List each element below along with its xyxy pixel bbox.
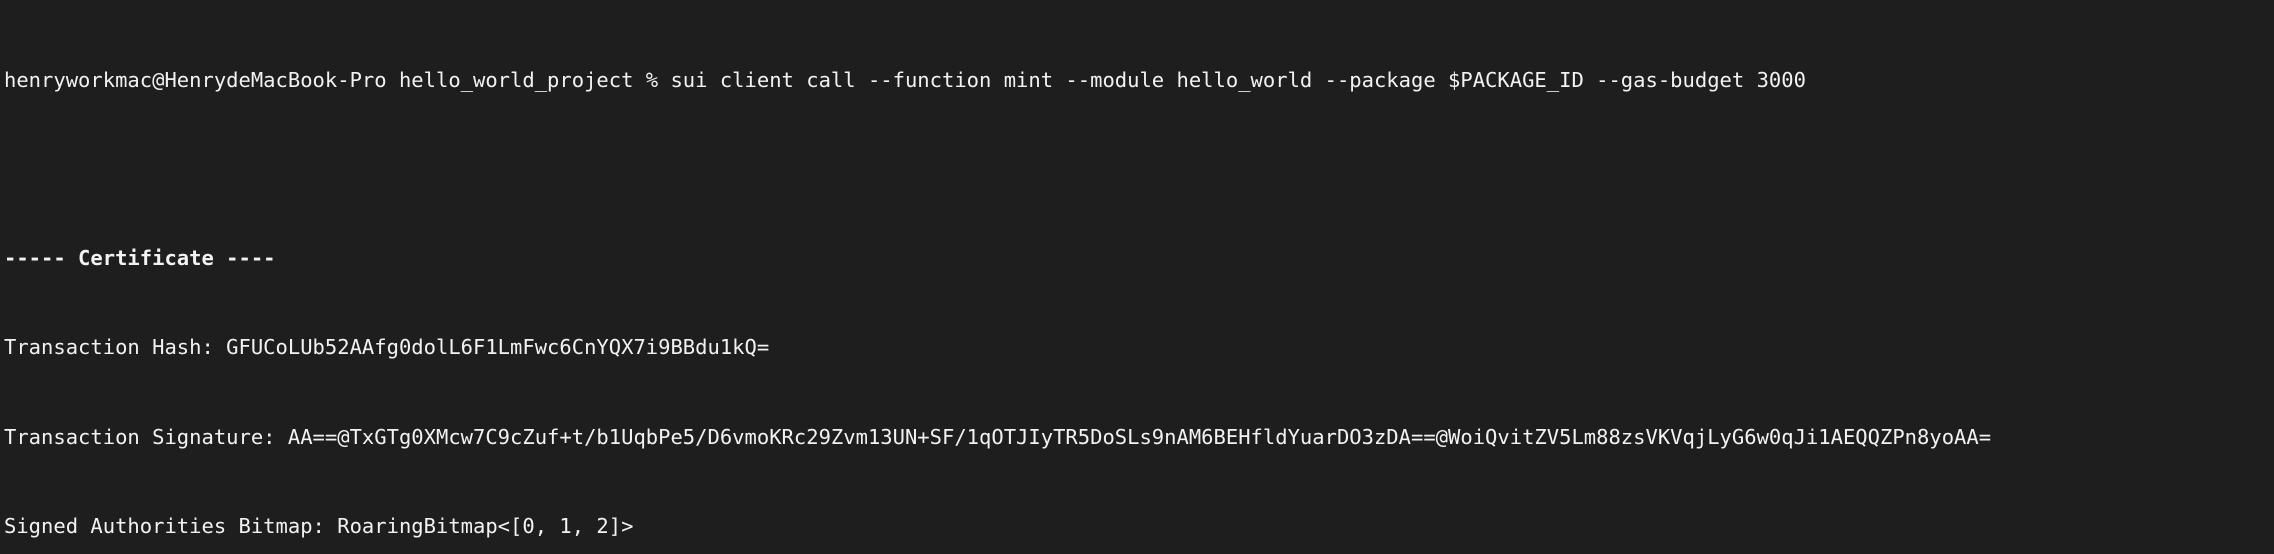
- command-line: henryworkmac@HenrydeMacBook-Pro hello_wo…: [4, 67, 1806, 92]
- terminal-window[interactable]: henryworkmac@HenrydeMacBook-Pro hello_wo…: [0, 0, 2274, 554]
- transaction-signature-line: Transaction Signature: AA==@TxGTg0XMcw7C…: [4, 424, 1992, 449]
- transaction-hash-line: Transaction Hash: GFUCoLUb52AAfg0dolL6F1…: [4, 335, 770, 360]
- signed-authorities-bitmap-line: Signed Authorities Bitmap: RoaringBitmap…: [4, 513, 634, 538]
- certificate-header: ----- Certificate ----: [4, 246, 276, 271]
